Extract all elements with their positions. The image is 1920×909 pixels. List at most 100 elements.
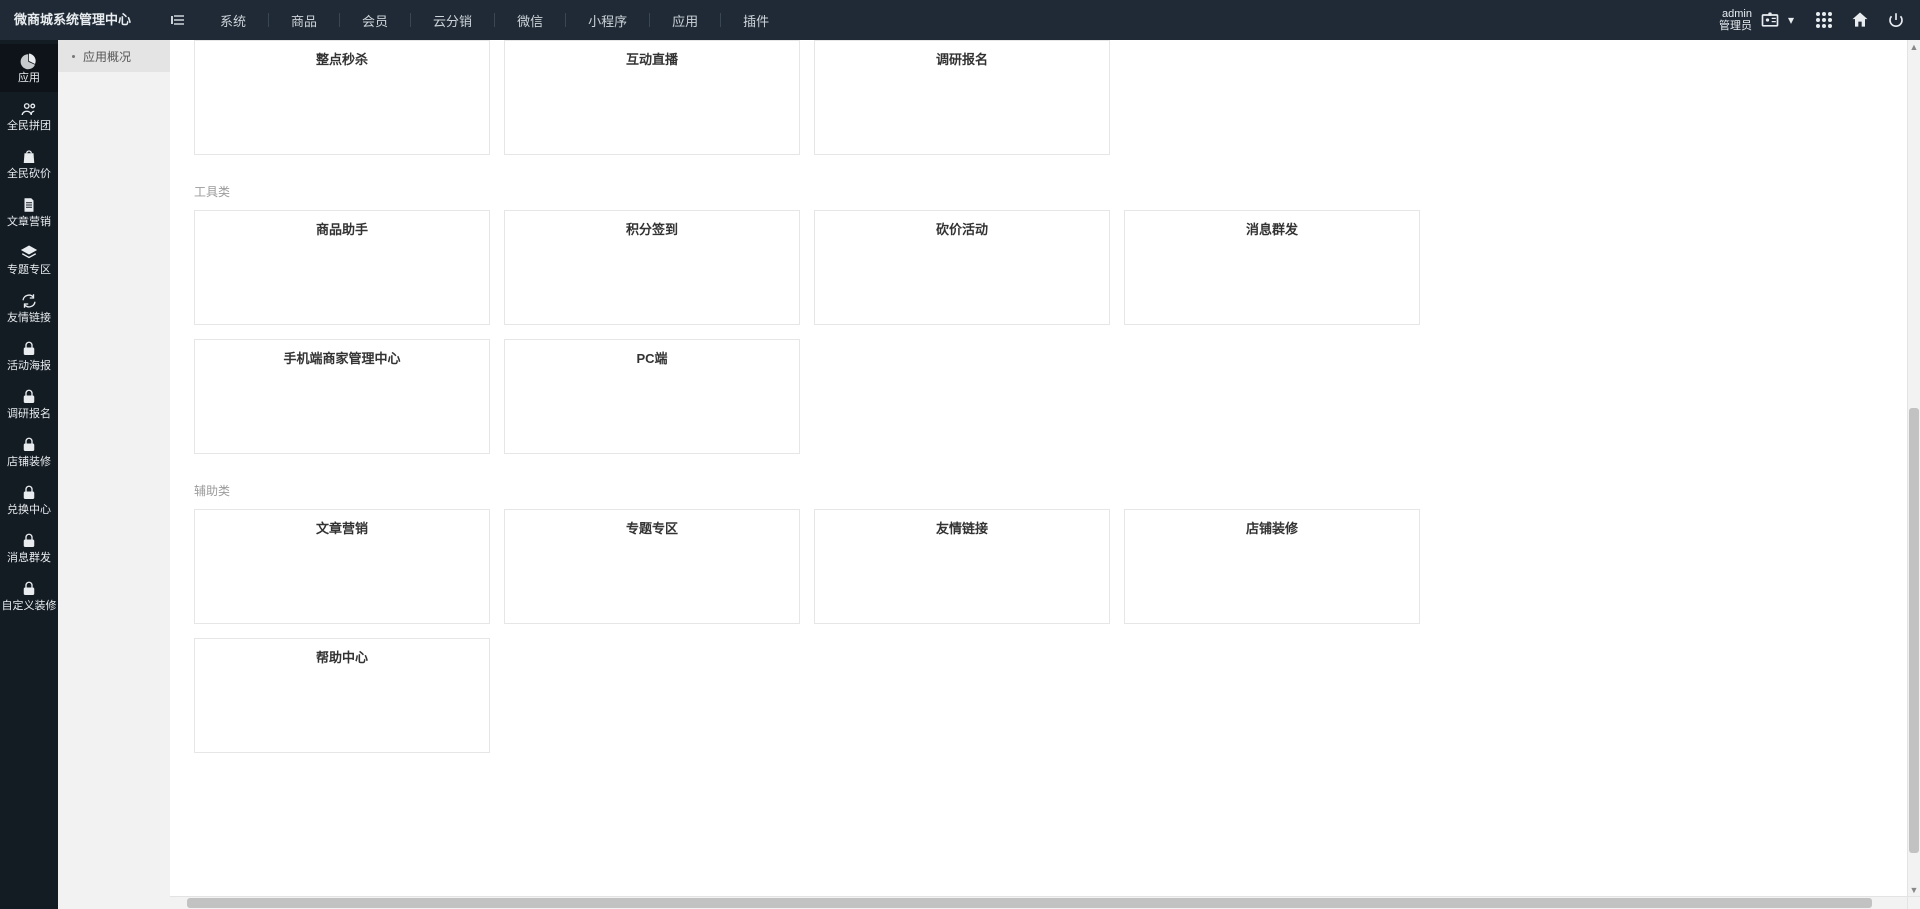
sidebar-item[interactable]: 专题专区 (0, 236, 58, 284)
app-card[interactable]: 消息群发 (1124, 210, 1420, 325)
sidebar-item-label: 友情链接 (7, 313, 51, 324)
sidebar-item[interactable]: 友情链接 (0, 284, 58, 332)
sidebar-item-label: 兑换中心 (7, 505, 51, 516)
apps-icon[interactable] (1814, 10, 1834, 30)
card-title: 调研报名 (827, 49, 1097, 68)
app-card[interactable]: 调研报名 (814, 40, 1110, 155)
card-title: 专题专区 (517, 518, 787, 537)
lock-icon (20, 388, 38, 406)
power-icon[interactable] (1886, 10, 1906, 30)
app-card[interactable]: 互动直播 (504, 40, 800, 155)
user-name: admin (1719, 8, 1752, 20)
app-card[interactable]: 手机端商家管理中心 (194, 339, 490, 454)
card-title: 手机端商家管理中心 (207, 348, 477, 367)
app-card[interactable]: 帮助中心 (194, 638, 490, 753)
sidebar-item[interactable]: 文章营销 (0, 188, 58, 236)
topnav-item[interactable]: 微信 (495, 0, 565, 40)
vertical-scroll-thumb[interactable] (1909, 408, 1919, 853)
app-card[interactable]: 积分签到 (504, 210, 800, 325)
vertical-scrollbar[interactable]: ▲ ▼ (1907, 40, 1920, 896)
brand-title: 微商城系统管理中心 (0, 0, 170, 40)
app-card[interactable]: 砍价活动 (814, 210, 1110, 325)
card-title: PC端 (517, 348, 787, 367)
app-card[interactable]: 文章营销 (194, 509, 490, 624)
sidebar: 应用全民拼团全民砍价文章营销专题专区友情链接活动海报调研报名店铺装修兑换中心消息… (0, 40, 58, 909)
sidebar-item[interactable]: 全民拼团 (0, 92, 58, 140)
app-card[interactable]: 友情链接 (814, 509, 1110, 624)
app-card[interactable]: 专题专区 (504, 509, 800, 624)
scroll-corner (1907, 896, 1920, 909)
horizontal-scroll-thumb[interactable] (187, 898, 1872, 908)
section-title: 工具类 (194, 169, 1900, 210)
id-card-icon (1760, 10, 1780, 30)
sidebar-item-label: 自定义装修 (2, 601, 57, 612)
topnav-item[interactable]: 会员 (340, 0, 410, 40)
main-content: 整点秒杀 互动直播 调研报名工具类商品助手 积分签到 砍价活动 消息群发手机端商家管理中心… (170, 40, 1920, 909)
lock-icon (20, 340, 38, 358)
sidebar-item[interactable]: 店铺装修 (0, 428, 58, 476)
app-card[interactable]: 店铺装修 (1124, 509, 1420, 624)
caret-down-icon: ▾ (1788, 13, 1798, 27)
pie-icon (20, 52, 38, 70)
topnav-item[interactable]: 小程序 (566, 0, 649, 40)
topbar-right: admin 管理员 ▾ (1719, 0, 1920, 40)
sidebar-item-label: 全民砍价 (7, 169, 51, 180)
card-row: 文章营销 专题专区 友情链接 店铺装修 (194, 509, 1900, 624)
topnav-item[interactable]: 插件 (721, 0, 791, 40)
user-role: 管理员 (1719, 20, 1752, 32)
people-icon (20, 100, 38, 118)
sidebar-item-label: 应用 (18, 73, 40, 84)
card-row: 整点秒杀 互动直播 调研报名 (194, 40, 1900, 155)
sidebar-item[interactable]: 全民砍价 (0, 140, 58, 188)
lock-icon (20, 580, 38, 598)
scroll-down-button[interactable]: ▼ (1908, 883, 1920, 896)
bag-icon (20, 148, 38, 166)
sidebar-item-label: 活动海报 (7, 361, 51, 372)
topnav-item[interactable]: 应用 (650, 0, 720, 40)
topnav: 系统商品会员云分销微信小程序应用插件 (198, 0, 791, 40)
collapse-nav-icon[interactable] (170, 11, 188, 29)
card-title: 帮助中心 (207, 647, 477, 666)
card-row: 手机端商家管理中心 PC端 (194, 339, 1900, 454)
card-title: 整点秒杀 (207, 49, 477, 68)
sidebar-item-label: 调研报名 (7, 409, 51, 420)
sidebar-item-label: 全民拼团 (7, 121, 51, 132)
sidebar-item-label: 文章营销 (7, 217, 51, 228)
card-row: 商品助手 积分签到 砍价活动 消息群发 (194, 210, 1900, 325)
card-title: 店铺装修 (1137, 518, 1407, 537)
home-icon[interactable] (1850, 10, 1870, 30)
sidebar-item-label: 专题专区 (7, 265, 51, 276)
sidebar-item[interactable]: 应用 (0, 44, 58, 92)
sub-sidebar-item[interactable]: 应用概况 (58, 40, 170, 72)
refresh-icon (20, 292, 38, 310)
topnav-item[interactable]: 商品 (269, 0, 339, 40)
sidebar-item[interactable]: 消息群发 (0, 524, 58, 572)
app-card[interactable]: 商品助手 (194, 210, 490, 325)
sidebar-item[interactable]: 活动海报 (0, 332, 58, 380)
user-menu[interactable]: admin 管理员 ▾ (1719, 8, 1798, 32)
card-title: 文章营销 (207, 518, 477, 537)
sub-sidebar: 应用概况 (58, 40, 170, 909)
card-title: 互动直播 (517, 49, 787, 68)
scroll-up-button[interactable]: ▲ (1908, 40, 1920, 53)
sidebar-item-label: 店铺装修 (7, 457, 51, 468)
bullet-icon (72, 55, 75, 58)
topnav-item[interactable]: 系统 (198, 0, 268, 40)
lock-icon (20, 484, 38, 502)
sidebar-item[interactable]: 调研报名 (0, 380, 58, 428)
card-title: 积分签到 (517, 219, 787, 238)
sidebar-item-label: 消息群发 (7, 553, 51, 564)
sub-sidebar-label: 应用概况 (83, 48, 131, 65)
card-title: 砍价活动 (827, 219, 1097, 238)
app-card[interactable]: 整点秒杀 (194, 40, 490, 155)
doc-icon (20, 196, 38, 214)
lock-icon (20, 436, 38, 454)
sidebar-item[interactable]: 兑换中心 (0, 476, 58, 524)
topnav-item[interactable]: 云分销 (411, 0, 494, 40)
section-title: 辅助类 (194, 468, 1900, 509)
app-card[interactable]: PC端 (504, 339, 800, 454)
card-row: 帮助中心 (194, 638, 1900, 753)
sidebar-item[interactable]: 自定义装修 (0, 572, 58, 620)
horizontal-scrollbar[interactable] (170, 896, 1907, 909)
card-title: 友情链接 (827, 518, 1097, 537)
